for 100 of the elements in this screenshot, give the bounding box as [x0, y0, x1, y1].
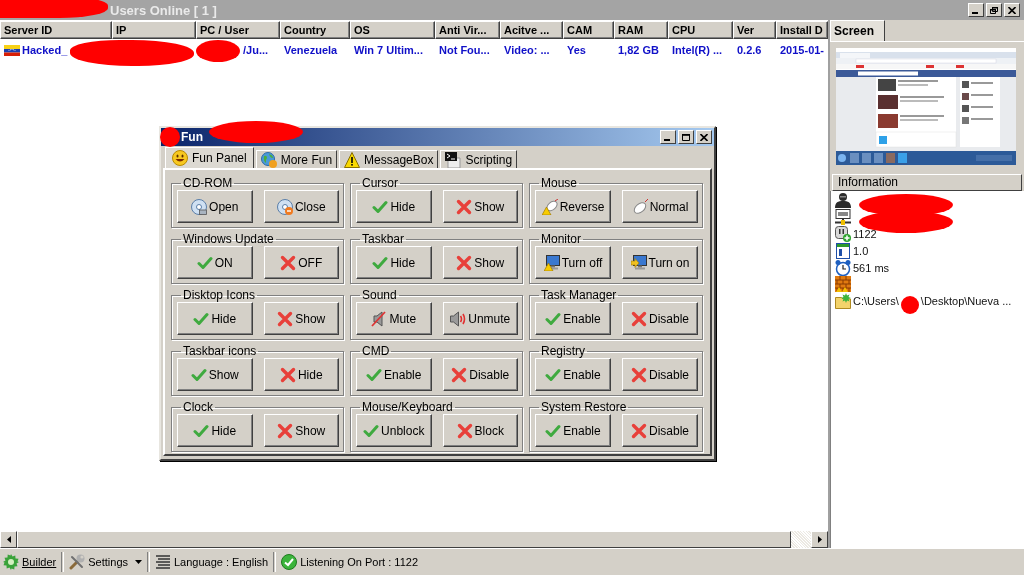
- column-header[interactable]: Install D: [776, 21, 828, 39]
- minimize-button[interactable]: [968, 3, 984, 17]
- close-button[interactable]: [696, 130, 712, 144]
- action-button[interactable]: Show: [177, 358, 253, 391]
- tab[interactable]: Fun Panel: [165, 147, 254, 168]
- close-button[interactable]: [1004, 3, 1020, 17]
- check-icon: [372, 198, 389, 215]
- check-icon: [545, 366, 562, 383]
- column-header[interactable]: RAM: [614, 21, 668, 39]
- action-button[interactable]: Show: [442, 246, 518, 279]
- action-button[interactable]: Block: [442, 414, 518, 447]
- table-cell: Venezuela: [284, 44, 338, 56]
- mouse-icon: [631, 198, 648, 215]
- table-cell: Not Fou...: [439, 44, 490, 56]
- action-button[interactable]: Enable: [535, 358, 611, 391]
- gear-icon: [3, 554, 19, 570]
- cross-icon: [456, 422, 473, 439]
- action-button[interactable]: Show: [442, 190, 518, 223]
- action-button[interactable]: Disable: [622, 358, 698, 391]
- scroll-right-button[interactable]: [811, 531, 828, 548]
- cross-icon: [456, 198, 473, 215]
- cross-icon: [631, 366, 647, 383]
- muted-speaker-icon: [371, 310, 388, 327]
- maximize-button[interactable]: [678, 130, 694, 144]
- action-button[interactable]: Hide: [356, 190, 432, 223]
- action-button[interactable]: Open: [177, 190, 253, 223]
- column-header[interactable]: PC / User: [196, 21, 280, 39]
- settings-menu[interactable]: Settings: [67, 554, 144, 570]
- information-header: Information: [832, 174, 1022, 191]
- info-value: 1122: [853, 228, 877, 240]
- action-button[interactable]: ON: [177, 246, 253, 279]
- column-header[interactable]: Acitve ...: [500, 21, 563, 39]
- disc-icon: [276, 198, 293, 215]
- status-item[interactable]: Listening On Port : 1122: [279, 554, 420, 570]
- screen-tab[interactable]: Screen: [830, 20, 886, 41]
- check-icon: [363, 422, 380, 439]
- scroll-left-button[interactable]: [0, 531, 17, 548]
- group-title: Taskbar: [361, 232, 406, 246]
- group-title: Cursor: [361, 176, 399, 190]
- window-icon: [835, 242, 851, 259]
- info-value: C:\Users\: [853, 295, 899, 308]
- column-header[interactable]: IP: [112, 21, 196, 39]
- table-cell: Win 7 Ultim...: [354, 44, 423, 56]
- action-button[interactable]: Unblock: [356, 414, 432, 447]
- mouse-warning-icon: [541, 198, 558, 215]
- action-button[interactable]: Enable: [535, 414, 611, 447]
- restore-button[interactable]: [986, 3, 1002, 17]
- action-button[interactable]: Hide: [177, 414, 253, 447]
- speaker-icon: [450, 310, 467, 327]
- action-button[interactable]: Disable: [622, 302, 698, 335]
- left-arrow-icon: [6, 536, 11, 543]
- group-title: Task Manager: [540, 288, 618, 302]
- column-header[interactable]: Server ID: [0, 21, 112, 39]
- group-title: Disktop Icons: [182, 288, 257, 302]
- clock-icon: [835, 259, 851, 276]
- action-button[interactable]: Hide: [263, 358, 339, 391]
- minimize-button[interactable]: [660, 130, 676, 144]
- action-button[interactable]: Turn on: [622, 246, 698, 279]
- tab[interactable]: More Fun: [255, 150, 338, 168]
- table-cell: Hacked_: [22, 44, 68, 56]
- table-cell: Video: ...: [504, 44, 550, 56]
- tab[interactable]: Scripting: [440, 150, 518, 168]
- action-button[interactable]: Show: [263, 302, 339, 335]
- tab[interactable]: MessageBox: [339, 150, 439, 168]
- column-header[interactable]: CPU: [668, 21, 733, 39]
- status-item[interactable]: Builder: [1, 554, 59, 570]
- column-header[interactable]: Country: [280, 21, 350, 39]
- status-item[interactable]: Language : English: [153, 554, 271, 570]
- check-icon: [190, 366, 207, 383]
- smiley-icon: [172, 150, 188, 166]
- action-button[interactable]: Mute: [356, 302, 432, 335]
- action-button[interactable]: Show: [263, 414, 339, 447]
- monitor-icon: [630, 254, 647, 271]
- action-button[interactable]: Close: [263, 190, 339, 223]
- column-header[interactable]: Anti Vir...: [435, 21, 500, 39]
- action-button[interactable]: Normal: [622, 190, 698, 223]
- action-button[interactable]: Disable: [442, 358, 518, 391]
- column-header[interactable]: Ver: [733, 21, 776, 39]
- action-button[interactable]: Reverse: [535, 190, 611, 223]
- column-header[interactable]: CAM: [563, 21, 614, 39]
- check-icon: [372, 254, 389, 271]
- action-button[interactable]: Turn off: [535, 246, 611, 279]
- cross-icon: [277, 310, 294, 327]
- cross-icon: [631, 310, 647, 327]
- action-button[interactable]: Disable: [622, 414, 698, 447]
- action-button[interactable]: Enable: [356, 358, 432, 391]
- close-icon: [700, 133, 708, 141]
- table-cell: Intel(R) ...: [672, 44, 723, 56]
- table-cell: /Ju...: [243, 44, 269, 56]
- group-title: Registry: [540, 344, 586, 358]
- info-value: 1.0: [853, 244, 869, 257]
- group-title: Clock: [182, 400, 214, 414]
- action-button[interactable]: Unmute: [442, 302, 518, 335]
- action-button[interactable]: Enable: [535, 302, 611, 335]
- action-button[interactable]: OFF: [263, 246, 339, 279]
- action-button[interactable]: Hide: [177, 302, 253, 335]
- column-header[interactable]: OS: [350, 21, 435, 39]
- maximize-icon: [682, 133, 690, 141]
- action-button[interactable]: Hide: [356, 246, 432, 279]
- group-title: Sound: [361, 288, 398, 302]
